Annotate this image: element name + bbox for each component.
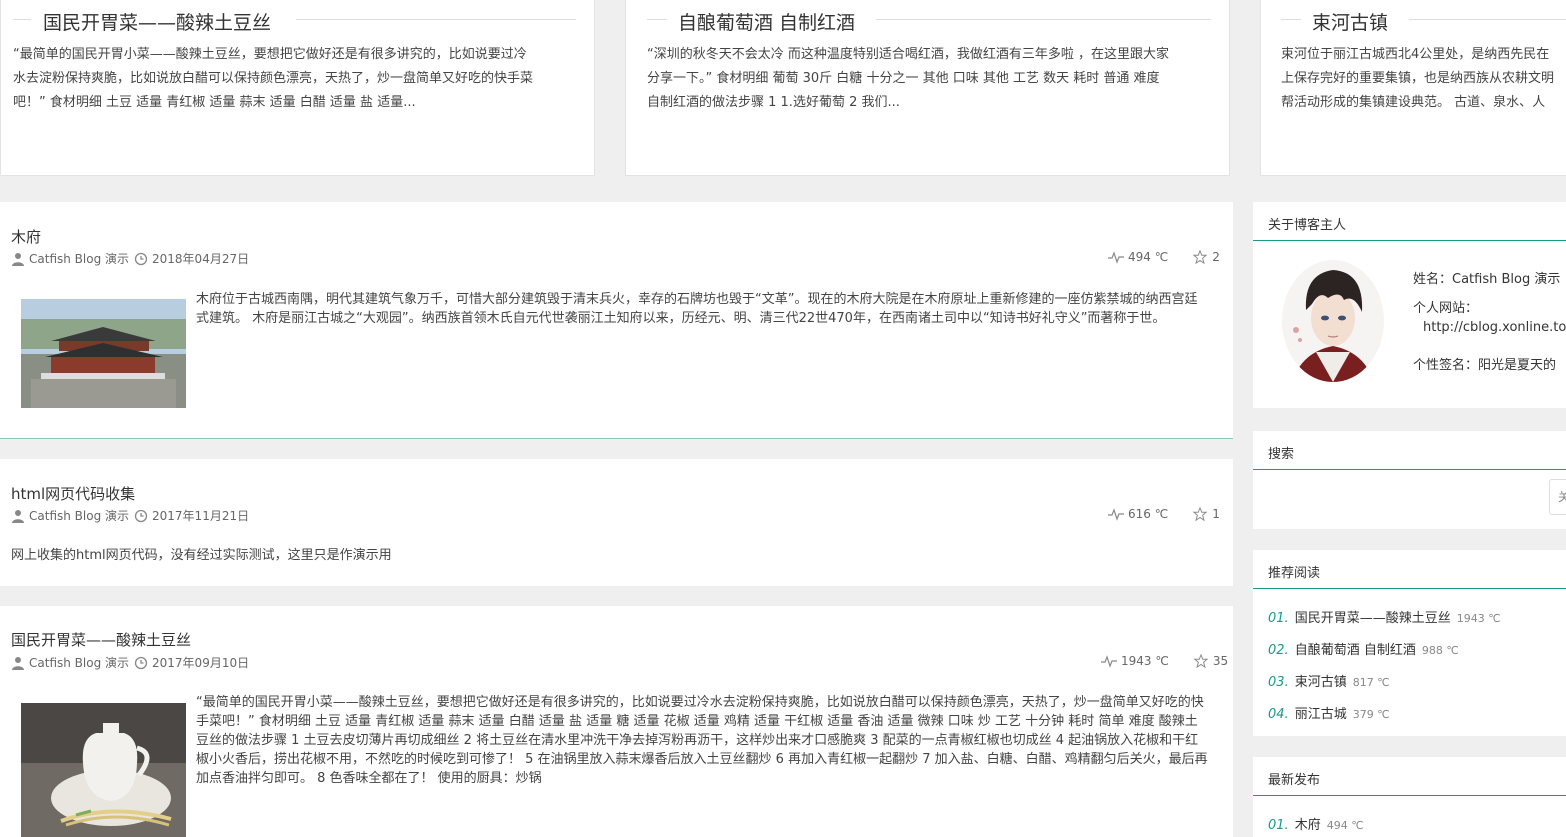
search-heading: 搜索 <box>1268 447 1295 462</box>
rank-temp: 379 ℃ <box>1352 708 1390 721</box>
latest-item[interactable]: 01. 木府 494 ℃ <box>1268 814 1364 833</box>
clock-icon <box>134 656 148 669</box>
recommended-item[interactable]: 01. 国民开胃菜——酸辣土豆丝 1943 ℃ <box>1268 607 1501 626</box>
user-icon <box>12 509 24 523</box>
featured-card-3[interactable]: 束河古镇 束河位于丽江古城西北4公里处，是纳西先民在 上保存完好的重要集镇，也是… <box>1260 0 1566 176</box>
latest-heading: 最新发布 <box>1268 773 1321 788</box>
about-panel: 关于博客主人 姓名：Catfish Blog 演示 个人网站： http://c… <box>1253 202 1566 408</box>
article-excerpt: 木府位于古城西南隅，明代其建筑气象万千，可惜大部分建筑毁于清末兵火，幸存的石牌坊… <box>196 292 1198 326</box>
user-icon <box>12 656 24 670</box>
rank-number: 01. <box>1268 818 1289 833</box>
article-likes: 2 <box>1212 250 1220 264</box>
about-heading: 关于博客主人 <box>1268 218 1347 233</box>
article-stats: 616 ℃ 1 <box>1108 507 1220 521</box>
article-author[interactable]: Catfish Blog 演示 <box>29 250 129 267</box>
article-likes: 35 <box>1212 654 1229 668</box>
star-icon[interactable] <box>1193 654 1209 668</box>
user-icon <box>12 252 24 266</box>
rank-number: 03. <box>1268 675 1289 690</box>
featured-desc: 束河位于丽江古城西北4公里处，是纳西先民在 上保存完好的重要集镇，也是纳西族从农… <box>1281 47 1555 110</box>
article-views: 494 ℃ <box>1128 250 1169 264</box>
divider <box>1253 795 1566 796</box>
article-views: 616 ℃ <box>1128 507 1169 521</box>
rank-title[interactable]: 束河古镇 <box>1295 671 1347 690</box>
featured-desc: “深圳的秋冬天不会太冷 而这种温度特别适合喝红酒，我做红酒有三年多啦 ，在这里跟… <box>647 47 1170 110</box>
article-title[interactable]: 木府 <box>11 226 41 247</box>
rank-temp: 1943 ℃ <box>1456 612 1501 625</box>
featured-title[interactable]: 束河古镇 <box>1312 8 1388 35</box>
rank-title[interactable]: 国民开胃菜——酸辣土豆丝 <box>1295 607 1451 626</box>
article-author[interactable]: Catfish Blog 演示 <box>29 507 129 524</box>
article-title[interactable]: 国民开胃菜——酸辣土豆丝 <box>11 629 191 650</box>
article-excerpt: 网上收集的html网页代码，没有经过实际测试，这里只是作演示用 <box>11 548 392 563</box>
article-title[interactable]: html网页代码收集 <box>11 483 135 504</box>
pulse-icon <box>1101 655 1117 668</box>
rank-title[interactable]: 丽江古城 <box>1295 703 1347 722</box>
rank-number: 04. <box>1268 707 1289 722</box>
recommended-item[interactable]: 03. 束河古镇 817 ℃ <box>1268 671 1390 690</box>
featured-title[interactable]: 国民开胃菜——酸辣土豆丝 <box>43 8 271 35</box>
pulse-icon <box>1108 251 1124 264</box>
article-author[interactable]: Catfish Blog 演示 <box>29 654 129 671</box>
rank-number: 02. <box>1268 643 1289 658</box>
divider <box>1253 240 1566 241</box>
article-meta: Catfish Blog 演示 2017年11月21日 <box>11 507 249 524</box>
divider <box>0 438 1233 439</box>
divider <box>1253 469 1566 470</box>
recommended-panel: 推荐阅读 01. 国民开胃菜——酸辣土豆丝 1943 ℃ 02. 自酿葡萄酒 自… <box>1253 550 1566 736</box>
about-site-link[interactable]: http://cblog.xonline.top <box>1423 320 1566 335</box>
about-name: 姓名：Catfish Blog 演示 <box>1413 272 1561 287</box>
rank-title[interactable]: 木府 <box>1295 814 1321 833</box>
search-button[interactable]: 关 <box>1549 479 1566 515</box>
avatar <box>1282 260 1384 382</box>
article-thumbnail[interactable] <box>21 299 186 408</box>
article-thumbnail[interactable] <box>21 703 186 837</box>
star-icon[interactable] <box>1192 507 1208 521</box>
rank-temp: 817 ℃ <box>1352 676 1390 689</box>
search-panel: 搜索 关 <box>1253 431 1566 529</box>
article-card: 木府 Catfish Blog 演示 2018年04月27日 494 ℃ 2 木… <box>0 202 1233 438</box>
clock-icon <box>134 252 148 265</box>
article-stats: 494 ℃ 2 <box>1108 250 1220 264</box>
article-card: html网页代码收集 Catfish Blog 演示 2017年11月21日 6… <box>0 459 1233 586</box>
star-icon[interactable] <box>1192 250 1208 264</box>
article-stats: 1943 ℃ 35 <box>1101 654 1228 668</box>
article-date: 2018年04月27日 <box>152 252 250 266</box>
recommended-heading: 推荐阅读 <box>1268 566 1321 581</box>
featured-desc: “最简单的国民开胃小菜——酸辣土豆丝，要想把它做好还是有很多讲究的，比如说要过冷… <box>13 47 534 110</box>
divider <box>1253 588 1566 589</box>
article-views: 1943 ℃ <box>1121 654 1169 668</box>
latest-panel: 最新发布 01. 木府 494 ℃ <box>1253 757 1566 837</box>
clock-icon <box>134 509 148 522</box>
rank-number: 01. <box>1268 611 1289 626</box>
featured-card-1[interactable]: 国民开胃菜——酸辣土豆丝 “最简单的国民开胃小菜——酸辣土豆丝，要想把它做好还是… <box>0 0 595 176</box>
article-meta: Catfish Blog 演示 2018年04月27日 <box>11 250 249 267</box>
recommended-item[interactable]: 04. 丽江古城 379 ℃ <box>1268 703 1390 722</box>
about-signature: 个性签名：阳光是夏天的 <box>1413 358 1557 373</box>
article-date: 2017年09月10日 <box>152 656 250 670</box>
article-card: 国民开胃菜——酸辣土豆丝 Catfish Blog 演示 2017年09月10日… <box>0 606 1233 837</box>
article-likes: 1 <box>1212 507 1220 521</box>
rank-temp: 494 ℃ <box>1326 819 1364 832</box>
pulse-icon <box>1108 508 1124 521</box>
article-meta: Catfish Blog 演示 2017年09月10日 <box>11 654 249 671</box>
recommended-item[interactable]: 02. 自酿葡萄酒 自制红酒 988 ℃ <box>1268 639 1459 658</box>
rank-temp: 988 ℃ <box>1421 644 1459 657</box>
article-excerpt: “最简单的国民开胃小菜——酸辣土豆丝，要想把它做好还是有很多讲究的，比如说要过冷… <box>196 695 1208 786</box>
article-date: 2017年11月21日 <box>152 509 250 523</box>
featured-card-2[interactable]: 自酿葡萄酒 自制红酒 “深圳的秋冬天不会太冷 而这种温度特别适合喝红酒，我做红酒… <box>625 0 1230 176</box>
rank-title[interactable]: 自酿葡萄酒 自制红酒 <box>1295 639 1416 658</box>
about-site-label: 个人网站： <box>1413 301 1479 316</box>
featured-title[interactable]: 自酿葡萄酒 自制红酒 <box>678 8 855 35</box>
